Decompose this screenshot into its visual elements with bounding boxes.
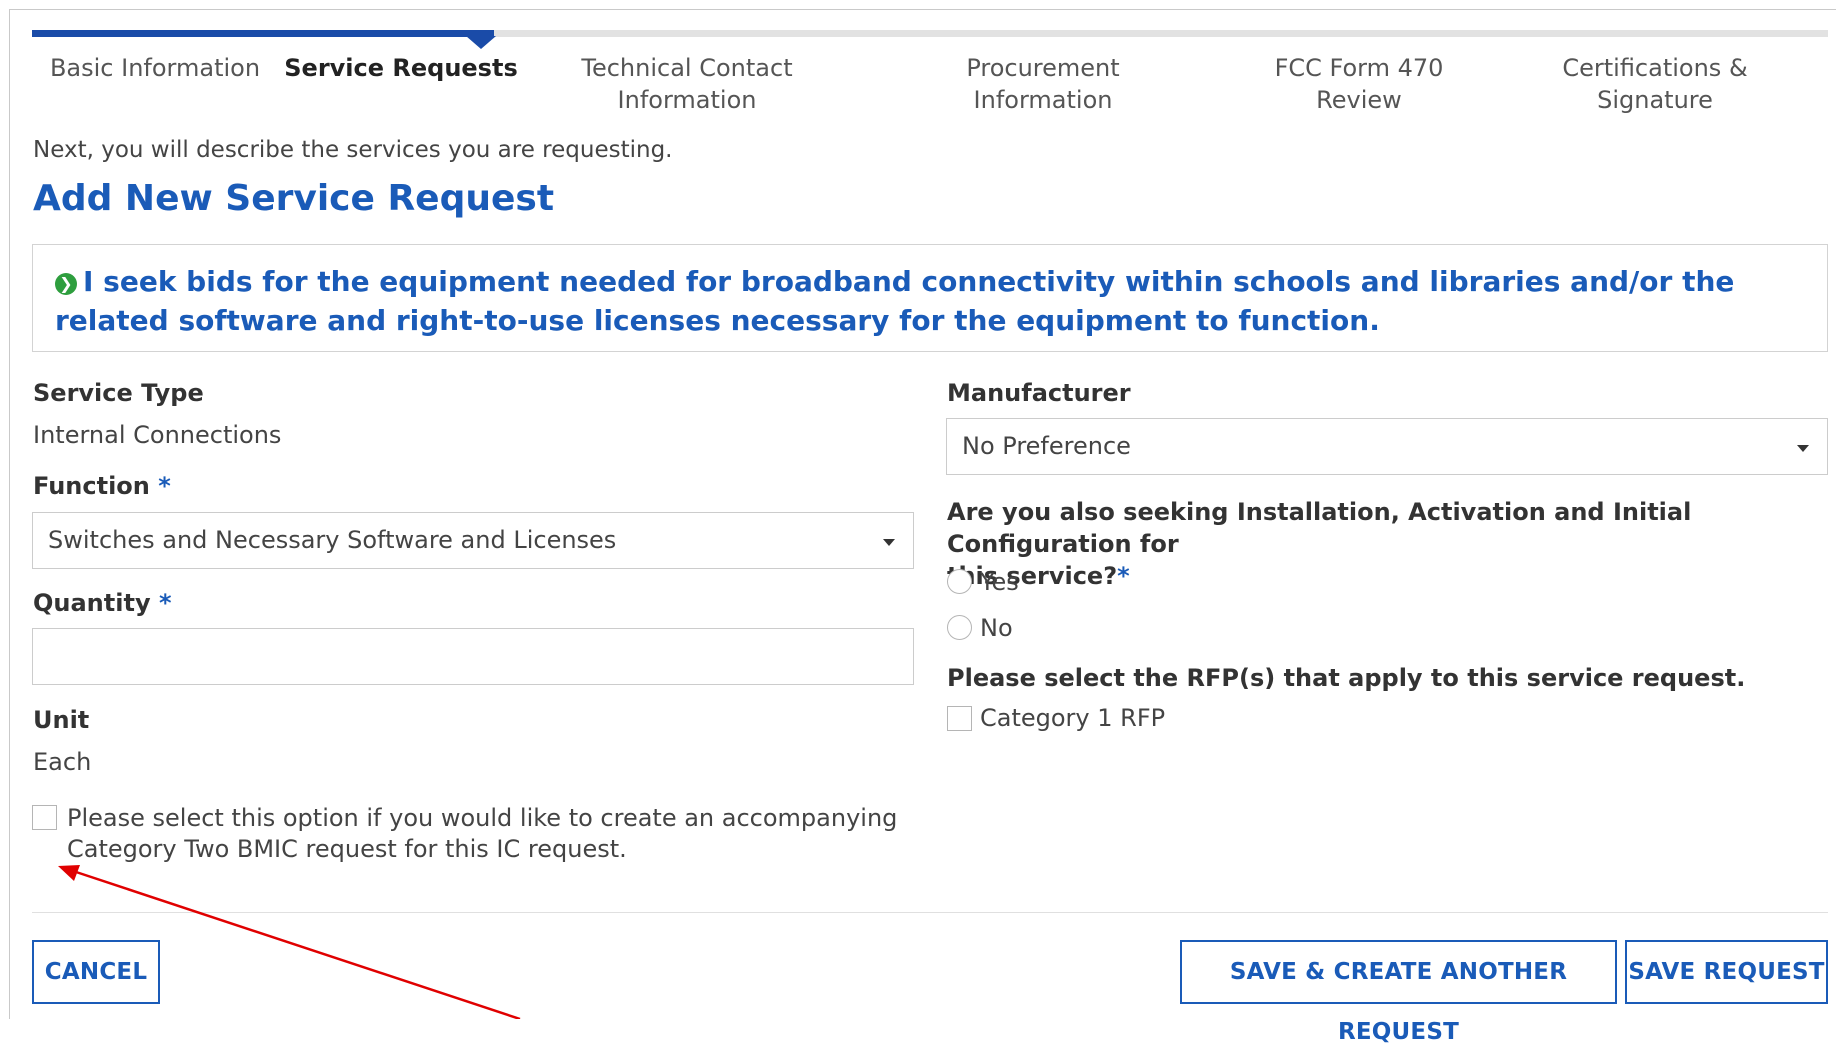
arrow-annotation — [58, 865, 521, 1019]
